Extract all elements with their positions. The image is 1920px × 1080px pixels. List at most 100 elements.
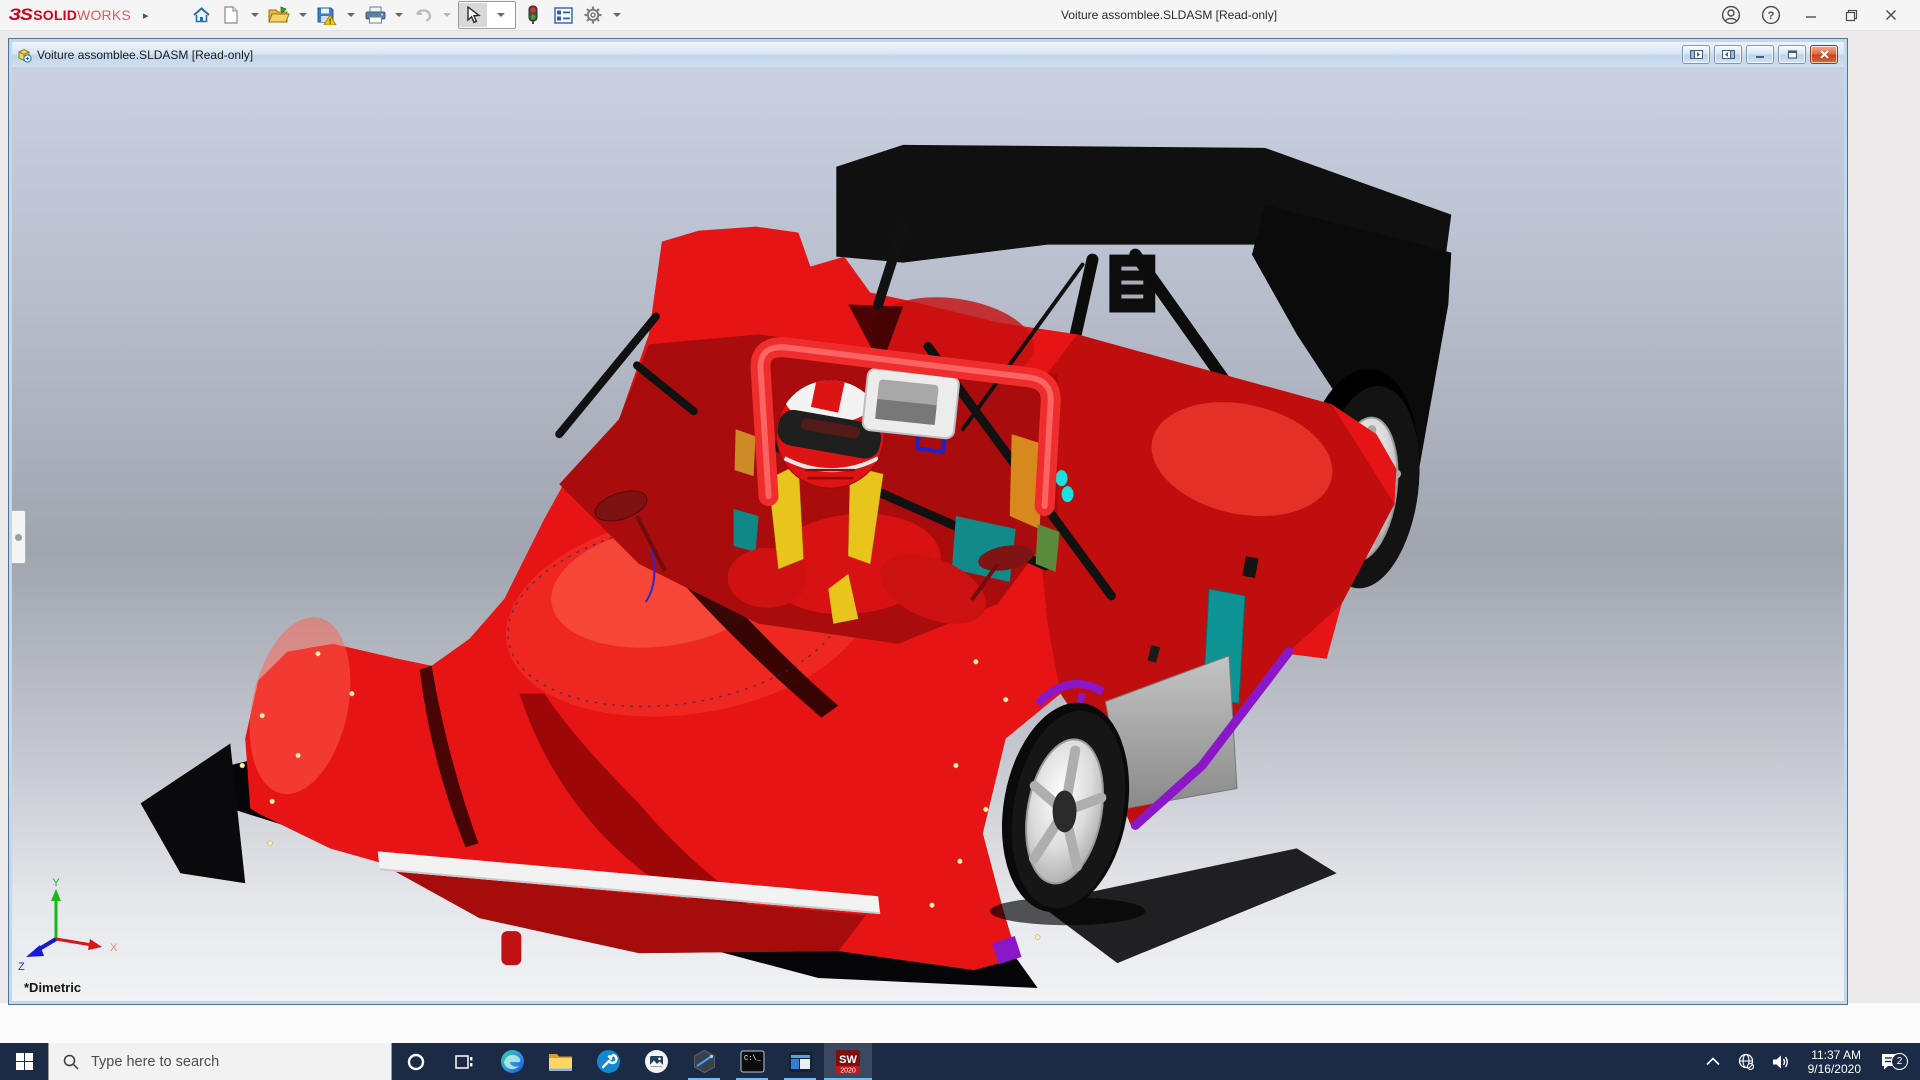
view-orientation-label: *Dimetric (24, 980, 82, 995)
doc-close-icon (1819, 50, 1829, 59)
save-button[interactable] (314, 1, 340, 29)
new-document-dropdown[interactable] (251, 13, 259, 17)
taskbar-app-file-explorer[interactable] (536, 1043, 584, 1080)
taskbar-app-edge[interactable] (488, 1043, 536, 1080)
task-view-icon (455, 1054, 473, 1069)
doc-close-button[interactable] (1810, 45, 1838, 64)
options-button[interactable] (580, 1, 606, 29)
network-button[interactable] (1733, 1043, 1759, 1080)
taskbar-app-command-prompt[interactable]: C:\_ (728, 1043, 776, 1080)
windows-logo-icon (15, 1053, 33, 1070)
select-cursor-icon (466, 6, 481, 24)
pane-left-icon (1689, 50, 1703, 59)
workspace-lower-strip (0, 1003, 1920, 1043)
doc-minimize-icon (1756, 56, 1764, 58)
restore-button[interactable] (1834, 2, 1868, 28)
y-axis-arrow (51, 889, 61, 901)
volume-button[interactable] (1768, 1043, 1795, 1080)
collapsed-pane-tab[interactable] (12, 510, 26, 564)
close-icon (1886, 10, 1896, 20)
system-tray: 11:37 AM 9/16/2020 2 (1702, 1043, 1920, 1080)
help-icon: ? (1761, 5, 1781, 25)
air-intake-box (861, 367, 960, 440)
taskbar-app-photos[interactable] (632, 1043, 680, 1080)
clock-date: 9/16/2020 (1807, 1061, 1861, 1076)
search-icon (63, 1054, 79, 1070)
open-dropdown[interactable] (299, 13, 307, 17)
show-pane-left-button[interactable] (1682, 45, 1710, 64)
notification-center-button[interactable]: 2 (1874, 1052, 1908, 1071)
solidworks-logo-mark: ЗS (8, 5, 32, 24)
car-model-svg[interactable] (12, 67, 1844, 1001)
tray-chevron-button[interactable] (1702, 1043, 1724, 1080)
workspace: Voiture assomblee.SLDASM [Read-only] Y X… (0, 31, 1920, 1043)
save-dropdown[interactable] (347, 13, 355, 17)
taskbar-search[interactable] (48, 1043, 392, 1080)
doc-restore-icon (1787, 50, 1797, 59)
account-button[interactable] (1714, 2, 1748, 28)
taskbar-app-viewer3d[interactable] (680, 1043, 728, 1080)
print-icon (365, 6, 385, 24)
start-button[interactable] (0, 1043, 48, 1080)
taskbar-app-window-app[interactable] (776, 1043, 824, 1080)
print-dropdown[interactable] (395, 13, 403, 17)
help-button[interactable]: ? (1754, 2, 1788, 28)
viewport-3d[interactable]: Y X Z *Dimetric (12, 67, 1844, 1001)
minimize-button[interactable] (1794, 2, 1828, 28)
close-button[interactable] (1874, 2, 1908, 28)
chevron-up-icon (1706, 1057, 1720, 1066)
svg-text:C:\_: C:\_ (744, 1055, 762, 1063)
document-window-controls (1682, 45, 1838, 64)
print-button[interactable] (362, 1, 388, 29)
select-tool-button[interactable] (459, 3, 487, 27)
doc-restore-button[interactable] (1778, 45, 1806, 64)
undo-dropdown[interactable] (443, 13, 451, 17)
quick-access-toolbar (188, 1, 624, 29)
traffic-light-button[interactable] (520, 1, 546, 29)
undo-icon (415, 8, 432, 22)
volume-icon (1772, 1055, 1788, 1068)
taskbar-app-tools[interactable] (584, 1043, 632, 1080)
gear-icon (584, 6, 602, 24)
viewer-3d-icon (693, 1049, 715, 1074)
svg-text:2020: 2020 (840, 1067, 856, 1074)
options-dropdown[interactable] (613, 13, 621, 17)
select-tool-group (458, 1, 516, 29)
save-icon (317, 7, 337, 25)
open-button[interactable] (266, 1, 292, 29)
network-globe-offline-icon (1738, 1053, 1754, 1070)
show-pane-right-button[interactable] (1714, 45, 1742, 64)
pane-right-icon (1721, 50, 1735, 59)
pane-tab-dot (15, 533, 22, 541)
menu-flyout-arrow-icon[interactable]: ▸ (143, 9, 149, 22)
undo-button[interactable] (410, 1, 436, 29)
svg-text:SW: SW (839, 1054, 857, 1066)
document-titlebar[interactable]: Voiture assomblee.SLDASM [Read-only] (12, 42, 1844, 68)
home-icon (192, 7, 210, 23)
search-input[interactable] (89, 1052, 353, 1071)
y-axis-label: Y (52, 877, 60, 889)
solidworks-logo: ЗS SOLID WORKS ▸ (0, 5, 160, 25)
orientation-triad: Y X Z (18, 877, 118, 973)
select-tool-dropdown[interactable] (487, 3, 515, 27)
app-titlebar: ЗS SOLID WORKS ▸ Voiture assomblee.SLDAS… (0, 0, 1920, 31)
svg-text:?: ? (1768, 10, 1775, 22)
evaluate-table-button[interactable] (550, 1, 576, 29)
traffic-light-icon (528, 5, 538, 24)
task-view-button[interactable] (440, 1043, 488, 1080)
taskbar-clock[interactable]: 11:37 AM 9/16/2020 (1804, 1048, 1865, 1076)
document-window: Voiture assomblee.SLDASM [Read-only] Y X… (8, 38, 1848, 1005)
solidworks-logo-bold: SOLID (33, 7, 78, 23)
assembly-document-icon (16, 47, 32, 63)
taskbar-app-solidworks[interactable]: SW 2020 (824, 1043, 872, 1080)
taskbar: C:\_ SW 2020 (0, 1043, 1920, 1080)
new-document-icon (224, 6, 238, 24)
home-button[interactable] (188, 1, 214, 29)
restore-icon (1845, 9, 1857, 21)
new-document-button[interactable] (218, 1, 244, 29)
x-axis-arrow (88, 939, 102, 950)
taskbar-spacer (872, 1043, 1702, 1080)
cortana-button[interactable] (392, 1043, 440, 1080)
photos-icon (644, 1050, 668, 1073)
doc-minimize-button[interactable] (1746, 45, 1774, 64)
